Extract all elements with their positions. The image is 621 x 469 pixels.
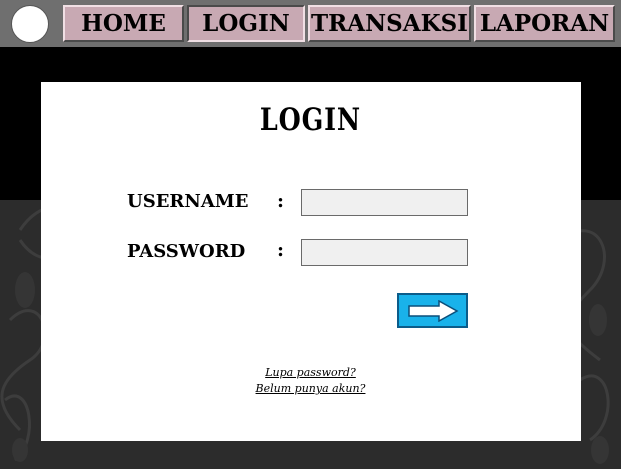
username-input[interactable]: [301, 189, 468, 216]
nav-laporan-button[interactable]: LAPORAN: [474, 5, 615, 42]
nav-home-button[interactable]: HOME: [63, 5, 184, 42]
password-label: PASSWORD: [127, 241, 246, 262]
password-colon: :: [277, 239, 285, 261]
logo-circle: [11, 5, 49, 43]
forgot-password-link[interactable]: Lupa password?: [0, 366, 621, 379]
top-navigation-bar: HOME LOGIN TRANSAKSI LAPORAN: [0, 0, 621, 47]
arrow-right-icon: [408, 300, 459, 322]
username-colon: :: [277, 190, 285, 212]
login-submit-button[interactable]: [397, 293, 468, 328]
nav-login-button[interactable]: LOGIN: [187, 5, 305, 42]
login-title: LOGIN: [259, 102, 361, 138]
register-link[interactable]: Belum punya akun?: [0, 382, 621, 395]
username-label: USERNAME: [127, 191, 249, 212]
password-input[interactable]: [301, 239, 468, 266]
nav-transaksi-button[interactable]: TRANSAKSI: [308, 5, 471, 42]
